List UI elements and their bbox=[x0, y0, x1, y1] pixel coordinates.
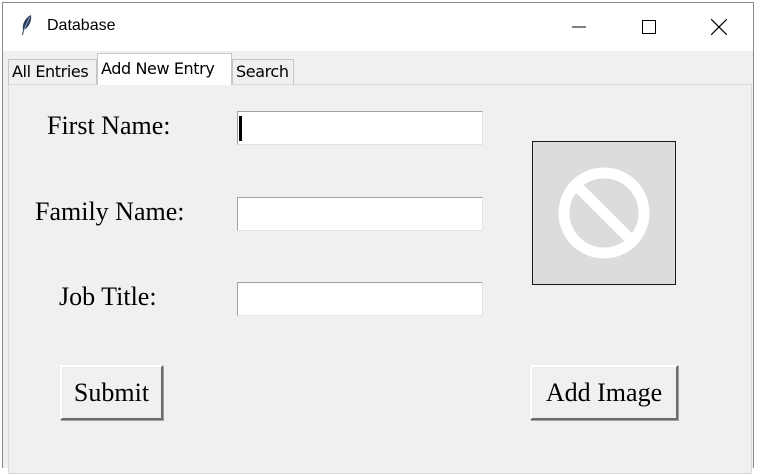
submit-button[interactable]: Submit bbox=[60, 365, 163, 420]
minimize-button[interactable] bbox=[556, 3, 602, 51]
job-title-field[interactable] bbox=[237, 282, 483, 316]
text-cursor bbox=[239, 116, 242, 141]
close-icon bbox=[711, 19, 727, 35]
window-title: Database bbox=[47, 17, 116, 34]
database-window: Database All Entries Add New Entry Searc… bbox=[2, 2, 754, 474]
title-bar[interactable]: Database bbox=[3, 3, 753, 51]
tab-search[interactable]: Search bbox=[232, 59, 294, 84]
feather-icon bbox=[22, 15, 32, 35]
maximize-button[interactable] bbox=[626, 3, 672, 51]
add-entry-panel: First Name: Family Name: Job Title: Subm… bbox=[8, 84, 752, 474]
first-name-field[interactable] bbox=[237, 111, 483, 145]
add-image-button[interactable]: Add Image bbox=[530, 365, 678, 420]
family-name-field[interactable] bbox=[237, 197, 483, 231]
tab-add-new-entry[interactable]: Add New Entry bbox=[97, 53, 232, 85]
maximize-icon bbox=[642, 20, 656, 34]
close-button[interactable] bbox=[696, 3, 742, 51]
minimize-icon bbox=[572, 26, 586, 28]
no-image-icon bbox=[558, 167, 650, 259]
tab-all-entries[interactable]: All Entries bbox=[8, 59, 97, 84]
first-name-label: First Name: bbox=[47, 111, 171, 140]
job-title-label: Job Title: bbox=[59, 282, 157, 311]
family-name-label: Family Name: bbox=[35, 197, 185, 226]
image-preview bbox=[532, 141, 676, 285]
